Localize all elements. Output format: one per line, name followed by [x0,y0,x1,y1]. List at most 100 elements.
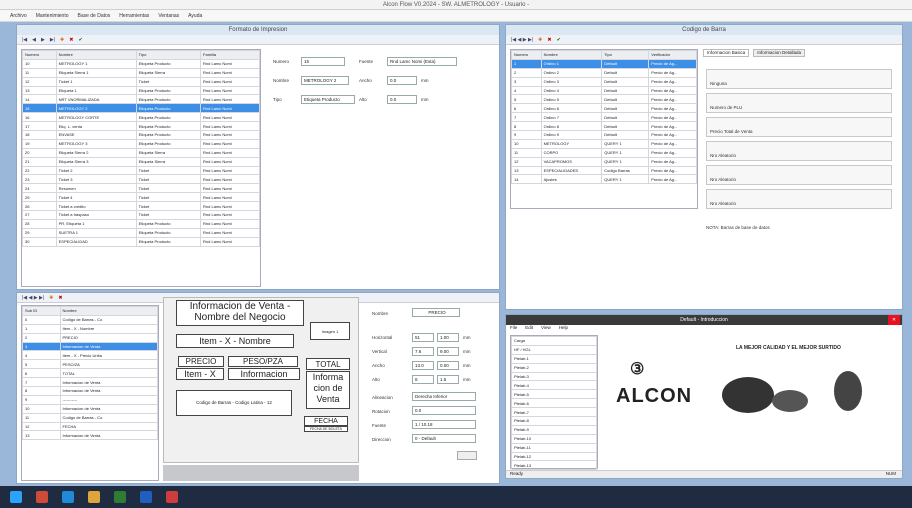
menu-item[interactable]: Archivo [10,13,27,19]
table-row[interactable]: 10 Informacion de Venta [22,403,158,414]
list-item[interactable]: Ptelab-3 [511,371,597,382]
table-row[interactable]: 5 Ordino 5 Default Precio de Ag... [511,94,697,105]
prop-value2[interactable]: 0.00 [437,361,459,370]
list-item[interactable]: Ptelab-4 [511,380,597,391]
prop-value[interactable]: 13.0 [412,361,434,370]
sub-grid[interactable]: Sub ID Nombre 0 Codigo de Barras - Co 1 Item … [21,305,159,481]
item-block[interactable]: Item - X [176,368,224,380]
list-item[interactable]: Ptelab-6 [511,398,597,409]
imagen-block[interactable]: Imagen 1 [310,322,350,340]
table-row[interactable]: 4 Ordino 4 Default Precio de Ag... [511,85,697,96]
word-icon[interactable] [140,491,152,503]
table-row[interactable]: 22 Ticket 2 Ticket Rnd Lamc Nomi [22,165,260,176]
menu-item[interactable]: Herramientas [119,13,149,19]
table-row[interactable]: 14 NRT VNORMALIZADA Etiqueta Producto Rnd L… [22,94,260,105]
table-row[interactable]: 13 Etiqueta 1 Etiqueta Producto Rnd Lamc No… [22,85,260,96]
table-row[interactable]: 8 Informacion de Venta [22,386,158,396]
list-item[interactable]: Ptelab-10 [511,433,597,444]
table-row[interactable]: 17 Etiq. L. venta Etiqueta Producto Rnd Lam… [22,121,260,132]
intro-list[interactable]: Carga HF / HGL Ptelab-1 Ptelab-2 Ptelab-3 Pte… [510,335,598,471]
table-row[interactable]: 20 Etiqueta Sierra 2 Etiqueta Sierra Rnd La… [22,147,260,158]
list-item[interactable]: Ptelab-13 [511,460,597,471]
table-row[interactable]: 21 Etiqueta Sierra 3 Etiqueta Sierra Rnd La… [22,156,260,167]
peso-block[interactable]: PESO/PZA [228,356,298,367]
fecha-sub-block[interactable]: FECHA DE BOLETA [304,426,348,432]
table-row[interactable]: 29 SUETRA 1 Etiqueta Producto Rnd Lamc Nomi [22,227,260,238]
table-row[interactable]: 23 Ticket 3 Ticket Rnd Lamc Nomi [22,174,260,185]
barcode-grid[interactable]: Numero Nombre Tipo Verificador 1 Ordino 1 Defa… [510,49,698,209]
alineacion-select[interactable]: Derecha Inferior [412,392,476,401]
table-row[interactable]: 30 ESPECIALIDAD Etiqueta Producto Rnd Lamc … [22,236,260,247]
prop-value2[interactable]: 1.00 [437,333,459,342]
list-item[interactable]: Ptelab-8 [511,416,597,426]
table-row[interactable]: 25 Ticket 4 Ticket Rnd Lamc Nomi [22,192,260,203]
intro-menu-item[interactable]: File [510,325,517,333]
info-venta-block[interactable]: Informacion de Venta - Nombre del Negocio [176,300,304,326]
table-row[interactable]: 27 Ticket a traspaso Ticket Rnd Lamc Nomi [22,210,260,220]
tipo-select[interactable]: Etiqueta Producto [301,95,355,104]
menu-item[interactable]: Base de Datos [77,13,110,19]
prop-value2[interactable]: 1.5 [437,375,459,384]
info-venta-vertical-block[interactable]: Informa cion de Venta [306,371,350,409]
table-row[interactable]: 1 Item - X - Nombre [22,323,158,334]
table-row[interactable]: 10 METROLOGY 1 Etiqueta Producto Rnd Lamc N… [22,58,260,69]
table-row[interactable]: 7 Ordino 7 Default Precio de Ag... [511,112,697,123]
prop-value[interactable]: 7.6 [412,347,434,356]
edge-icon[interactable] [62,491,74,503]
list-item[interactable]: Carga [511,336,597,346]
table-row[interactable]: 10 METROLOGY QUERY 1 Precio de Ag... [511,138,697,149]
nav-icon[interactable]: |◀ ◀ ▶ ▶| [511,37,533,43]
table-row[interactable]: 28 PR. Etiqueta 1 Etiqueta Producto Rnd Lam… [22,218,260,229]
intro-menu-item[interactable]: View [541,325,551,333]
list-item[interactable]: Ptelab-9 [511,424,597,435]
explorer-icon[interactable] [88,491,100,503]
table-row[interactable]: 12 FECHA [22,421,158,432]
menu-item[interactable]: Ayuda [188,13,202,19]
prop-value2[interactable]: 9.00 [437,347,459,356]
close-icon[interactable]: ✕ [888,315,900,325]
intro-menu-item[interactable]: Help [559,325,568,333]
save-icon[interactable]: ✔ [557,37,561,43]
fecha-block[interactable]: FECHA [304,416,348,426]
table-row[interactable]: 9 ----------- [22,394,158,405]
delete-icon[interactable]: ✖ [58,295,62,301]
excel-icon[interactable] [114,491,126,503]
taskbar-app-icon[interactable] [36,491,48,503]
barcode-block[interactable]: Codigo de Barras - Codigo Latina - 12 [176,390,292,416]
list-item[interactable]: Ptelab-11 [511,442,597,453]
add-icon[interactable]: ✚ [538,37,542,43]
table-row[interactable]: 5 PESO/ZA [22,359,158,370]
table-row[interactable]: 12 VACAPROMOS QUERY 1 Precio de Ag... [511,156,697,167]
table-row[interactable]: 2 PRECIO [22,332,158,343]
tab-0[interactable]: Informacion Basica [703,49,750,57]
table-row[interactable]: 6 Ordino 6 Default Precio de Ag... [511,103,697,114]
add-icon[interactable]: ✚ [60,37,64,43]
nombre-field[interactable]: METROLOGY 2 [301,76,349,85]
prev-icon[interactable]: ◀ [32,37,36,43]
prop-nombre-field[interactable]: PRECIO [412,308,460,317]
delete-icon[interactable]: ✖ [69,37,73,43]
precio-block[interactable]: PRECIO [178,356,224,367]
table-row[interactable]: 4 Item - X - Precio Unita [22,350,158,361]
intro-menu-item[interactable]: Edit [525,325,533,333]
save-icon[interactable]: ✔ [78,37,82,43]
total-block[interactable]: TOTAL [306,358,350,370]
table-row[interactable]: 12 Ticket 1 Ticket Rnd Lamc Nomi [22,76,260,87]
fuente-select[interactable]: Rnd Lamc Nomi (Esta) [387,57,457,66]
table-row[interactable]: 13 Informacion de Venta [22,430,158,441]
direccion-select[interactable]: 0 - Default [412,434,476,443]
table-row[interactable]: 8 Ordino 8 Default Precio de Ag... [511,121,697,132]
add-icon[interactable]: ✚ [49,295,53,301]
ancho-field[interactable]: 0.0 [387,76,417,85]
table-row[interactable]: 14 Ajustes QUERY 1 Precio de Ag... [511,174,697,185]
first-record-icon[interactable]: |◀ [22,37,27,43]
list-item[interactable]: Ptelab-12 [511,451,597,462]
prop-value[interactable]: 8 [412,375,434,384]
table-row[interactable]: 0 Codigo de Barras - Co [22,314,158,325]
menu-item[interactable]: Ventanas [158,13,179,19]
table-row[interactable]: 2 Ordino 2 Default Precio de Ag... [511,67,697,78]
table-row[interactable]: 16 METROLOGY CORTE Etiqueta Producto Rnd La… [22,112,260,123]
table-row[interactable]: 11 Etiqueta Sierra 1 Etiqueta Sierra Rnd La… [22,67,260,78]
informacion-block[interactable]: Informacion [228,368,300,380]
table-row[interactable]: 11 CORPO QUERY 1 Precio de Ag... [511,147,697,158]
